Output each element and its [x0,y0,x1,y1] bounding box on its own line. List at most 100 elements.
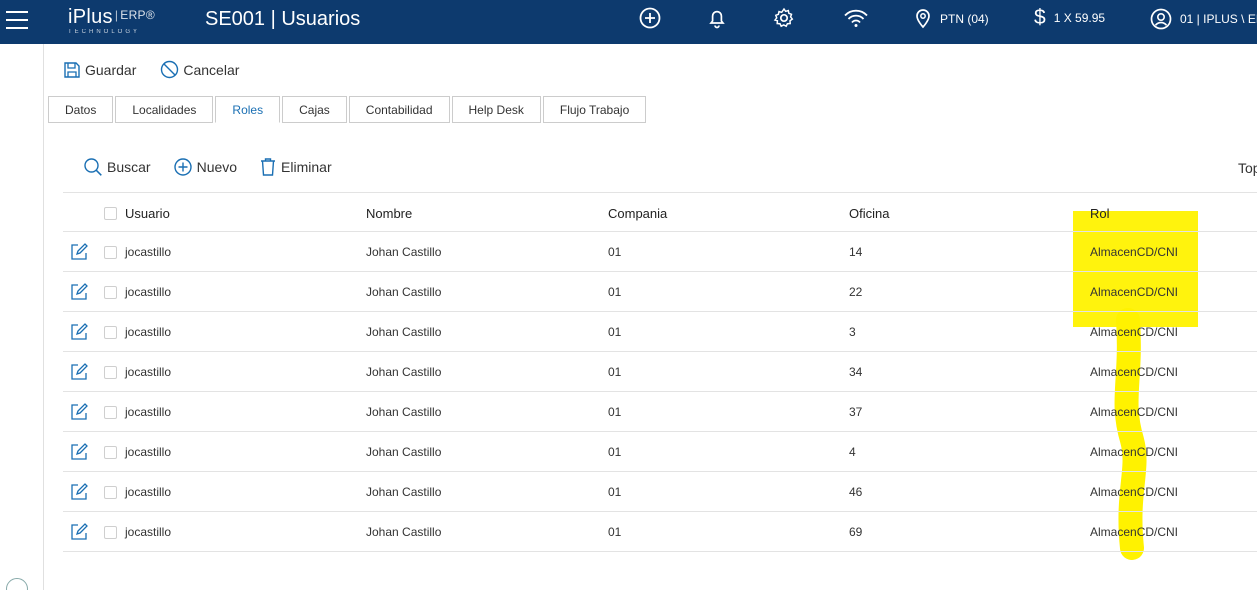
cell-usuario: jocastillo [125,325,172,339]
row-checkbox[interactable] [104,352,118,392]
cell-compania: 01 [608,365,622,379]
wifi-icon[interactable] [842,6,870,30]
cell-compania: 01 [608,245,622,259]
edit-icon[interactable] [69,272,91,312]
logo[interactable]: iPlus | ERP® TECHNOLOGY [68,4,178,38]
row-checkbox[interactable] [104,272,118,312]
edit-icon[interactable] [69,392,91,432]
search-button[interactable]: Buscar [83,157,151,177]
table-row[interactable]: jocastillo Johan Castillo 01 22 AlmacenCD/CN… [63,272,1257,312]
cell-rol: AlmacenCD/CNI [1090,525,1179,539]
cell-compania: 01 [608,525,622,539]
new-label: Nuevo [196,159,238,175]
user-label: 01 | IPLUS \ ERP [1180,12,1257,26]
select-all-checkbox[interactable] [104,193,118,233]
edit-icon[interactable] [69,512,91,552]
cell-oficina: 46 [849,485,863,499]
row-checkbox[interactable] [104,472,118,512]
currency-selector[interactable]: $ 1 X 59.95 [1034,7,1105,28]
new-button[interactable]: Nuevo [173,157,237,177]
top-bar: iPlus | ERP® TECHNOLOGY SE001 | Usuarios P… [0,0,1257,44]
tab-localidades[interactable]: Localidades [115,96,214,123]
cancel-label: Cancelar [183,61,240,78]
cell-rol: AlmacenCD/CNI [1090,445,1179,459]
delete-button[interactable]: Eliminar [259,157,332,177]
delete-label: Eliminar [281,159,332,175]
cell-usuario: jocastillo [125,445,172,459]
tab-flujo-trabajo[interactable]: Flujo Trabajo [542,96,647,123]
tab-cajas[interactable]: Cajas [282,96,347,123]
brand-registered: ® [145,8,156,22]
cancel-button[interactable]: Cancelar [160,60,239,79]
edit-icon[interactable] [69,472,91,512]
cell-usuario: jocastillo [125,525,172,539]
bell-icon[interactable] [705,6,729,30]
cell-compania: 01 [608,445,622,459]
table-header: Usuario Nombre Compania Oficina Rol [63,192,1257,232]
edit-icon[interactable] [69,232,91,272]
cell-usuario: jocastillo [125,485,172,499]
cell-oficina: 14 [849,245,863,259]
row-checkbox[interactable] [104,392,118,432]
col-header-rol[interactable]: Rol [1090,193,1110,233]
tab-roles[interactable]: Roles [215,96,281,123]
cell-usuario: jocastillo [125,245,172,259]
gear-icon[interactable] [772,6,796,30]
save-button[interactable]: Guardar [63,60,136,79]
cell-nombre: Johan Castillo [366,365,442,379]
location-selector[interactable]: PTN (04) [914,8,989,30]
cell-nombre: Johan Castillo [366,245,442,259]
edit-icon[interactable] [69,352,91,392]
tab-datos[interactable]: Datos [48,96,114,123]
row-checkbox[interactable] [104,512,118,552]
tab-strip: Datos Localidades Roles Cajas Contabilid… [48,96,648,123]
tab-contabilidad[interactable]: Contabilidad [348,96,450,123]
col-header-usuario[interactable]: Usuario [125,193,170,233]
cell-oficina: 3 [849,325,856,339]
row-checkbox[interactable] [104,432,118,472]
edit-icon[interactable] [69,432,91,472]
brand-main: iPlus [68,6,113,28]
brand-erp: ERP [120,8,146,22]
edit-icon[interactable] [69,312,91,352]
cell-nombre: Johan Castillo [366,285,442,299]
cell-compania: 01 [608,405,622,419]
cell-rol: AlmacenCD/CNI [1090,365,1179,379]
col-header-nombre[interactable]: Nombre [366,193,412,233]
cell-nombre: Johan Castillo [366,405,442,419]
table-row[interactable]: jocastillo Johan Castillo 01 69 AlmacenCD/CN… [63,512,1257,552]
cell-compania: 01 [608,325,622,339]
table-row[interactable]: jocastillo Johan Castillo 01 3 AlmacenCD/CNI [63,312,1257,352]
trash-icon [261,158,276,176]
location-label: PTN (04) [940,12,989,26]
left-rail [0,44,44,590]
cell-compania: 01 [608,285,622,299]
cell-oficina: 4 [849,445,856,459]
table-row[interactable]: jocastillo Johan Castillo 01 37 AlmacenCD/CN… [63,392,1257,432]
map-pin-icon [916,9,930,29]
users-table: Usuario Nombre Compania Oficina Rol joca… [63,192,1257,552]
cell-nombre: Johan Castillo [366,485,442,499]
table-row[interactable]: jocastillo Johan Castillo 01 46 AlmacenCD/CN… [63,472,1257,512]
cell-oficina: 69 [849,525,863,539]
col-header-compania[interactable]: Compania [608,193,667,233]
table-row[interactable]: jocastillo Johan Castillo 01 4 AlmacenCD/CNI [63,432,1257,472]
row-checkbox[interactable] [104,232,118,272]
top-label[interactable]: Top [1238,160,1257,176]
cell-oficina: 37 [849,405,863,419]
hamburger-menu-icon[interactable] [6,11,28,29]
rail-circle-icon[interactable] [6,578,28,590]
tab-help-desk[interactable]: Help Desk [451,96,541,123]
add-circle-icon[interactable] [638,6,662,30]
table-row[interactable]: jocastillo Johan Castillo 01 14 AlmacenCD/CN… [63,232,1257,272]
grid-toolbar: Buscar Nuevo Eliminar [83,157,332,177]
cell-nombre: Johan Castillo [366,525,442,539]
col-header-oficina[interactable]: Oficina [849,193,889,233]
search-label: Buscar [107,159,151,175]
user-menu[interactable]: 01 | IPLUS \ ERP [1150,8,1257,30]
search-icon [84,158,102,176]
page-title: SE001 | Usuarios [205,8,361,30]
table-row[interactable]: jocastillo Johan Castillo 01 34 AlmacenCD/CN… [63,352,1257,392]
user-avatar-icon [1150,8,1172,30]
row-checkbox[interactable] [104,312,118,352]
